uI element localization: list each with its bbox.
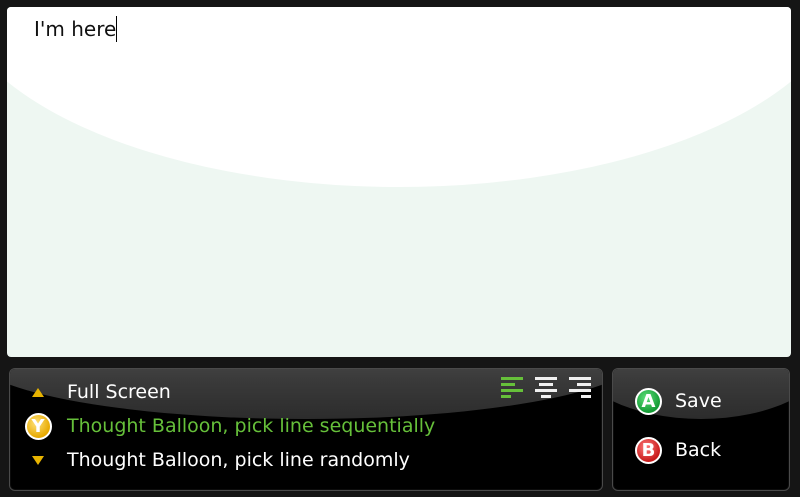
text-caret xyxy=(116,16,118,42)
save-label: Save xyxy=(675,390,722,412)
down-arrow-icon xyxy=(22,445,54,475)
mode-label: Thought Balloon, pick line sequentially xyxy=(67,415,436,437)
mode-label: Thought Balloon, pick line randomly xyxy=(67,449,410,471)
save-button[interactable]: A Save xyxy=(635,385,722,417)
up-arrow-icon xyxy=(22,377,54,407)
display-mode-panel: Full Screen Y Thought Balloon, pick line… xyxy=(9,368,603,491)
b-button-icon: B xyxy=(635,436,662,464)
align-left-icon[interactable] xyxy=(501,377,525,398)
text-editor[interactable]: I'm here xyxy=(7,7,791,357)
y-button-icon: Y xyxy=(24,412,52,440)
editor-sheen xyxy=(7,7,791,187)
editor-text: I'm here xyxy=(34,17,117,41)
align-center-icon[interactable] xyxy=(534,377,558,398)
y-button-icon-slot: Y xyxy=(22,411,54,441)
back-button[interactable]: B Back xyxy=(635,434,721,466)
a-button-icon: A xyxy=(635,387,662,415)
mode-label: Full Screen xyxy=(67,381,171,403)
back-label: Back xyxy=(675,439,722,461)
actions-panel: A Save B Back xyxy=(612,368,790,491)
dialog-frame: I'm here Full Screen Y Thought Balloon, … xyxy=(0,0,800,497)
align-right-icon[interactable] xyxy=(567,377,591,398)
editor-text-line[interactable]: I'm here xyxy=(34,16,118,42)
text-alignment-group xyxy=(501,377,591,398)
